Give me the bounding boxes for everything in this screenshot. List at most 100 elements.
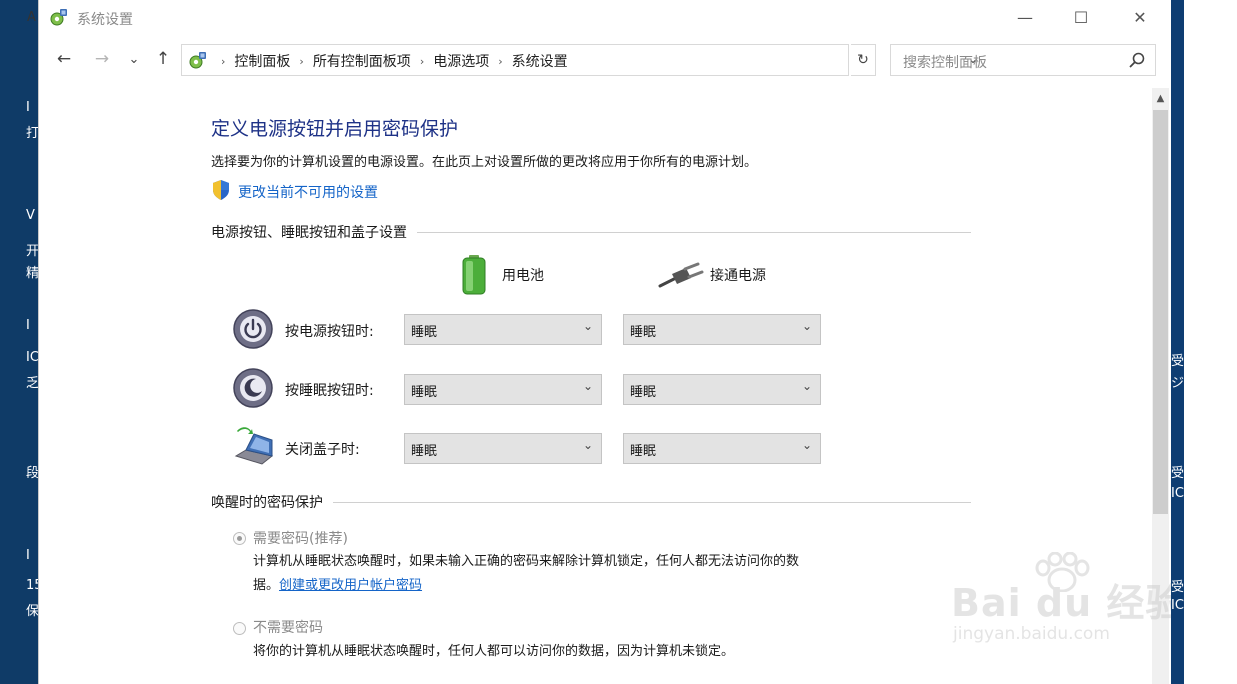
desktop-fragment: IC — [1171, 598, 1184, 613]
breadcrumb-all-items[interactable]: 所有控制面板项 — [313, 51, 411, 71]
breadcrumb-separator[interactable]: › — [299, 55, 303, 68]
close-button[interactable]: ✕ — [1117, 0, 1163, 34]
breadcrumb-control-panel[interactable]: 控制面板 — [234, 51, 290, 71]
uac-shield-icon — [213, 180, 229, 200]
scroll-up-button[interactable]: ▲ — [1152, 88, 1169, 108]
power-button-battery-select[interactable]: 睡眠 ⌄ — [404, 314, 602, 345]
desktop-fragment: 受 — [1171, 354, 1185, 369]
search-input[interactable]: 搜索控制面板 — [890, 44, 1156, 76]
lid-close-label: 关闭盖子时: — [285, 442, 360, 458]
power-button-label: 按电源按钮时: — [285, 324, 374, 340]
desktop-fragment: 打 — [26, 126, 38, 141]
lid-close-battery-select[interactable]: 睡眠 ⌄ — [404, 433, 602, 464]
refresh-button[interactable]: ↻ — [851, 44, 876, 76]
battery-column-label: 用电池 — [502, 268, 544, 284]
plugged-column-header: 接通电源 — [658, 260, 766, 290]
address-bar[interactable]: › 控制面板 › 所有控制面板项 › 电源选项 › 系统设置 ⌄ — [181, 44, 978, 76]
sleep-button-icon — [233, 368, 273, 408]
up-button[interactable]: ↑ — [152, 48, 174, 70]
lid-close-plugged-select[interactable]: 睡眠 ⌄ — [623, 433, 821, 464]
title-bar: 系统设置 — ☐ ✕ — [39, 0, 1171, 34]
search-placeholder: 搜索控制面板 — [903, 55, 987, 71]
page-description: 选择要为你的计算机设置的电源设置。在此页上对设置所做的更改将应用于你所有的电源计… — [211, 155, 758, 170]
section-divider — [417, 231, 971, 233]
chevron-down-icon: ⌄ — [801, 379, 812, 393]
battery-icon — [462, 255, 486, 295]
desktop-fragment: 段 — [26, 466, 38, 481]
no-password-description: 将你的计算机从睡眠状态唤醒时，任何人都可以访问你的数据，因为计算机未锁定。 — [253, 644, 735, 659]
power-button-plugged-select[interactable]: 睡眠 ⌄ — [623, 314, 821, 345]
create-change-password-link[interactable]: 创建或更改用户帐户密码 — [279, 578, 422, 593]
desktop-fragment: ジ — [1171, 376, 1185, 391]
desktop-fragment: 精 — [26, 266, 38, 281]
system-settings-window: 系统设置 — ☐ ✕ ← → ⌄ ↑ › 控制面板 › 所有控制面板项 › 电源… — [38, 0, 1171, 684]
laptop-lid-icon — [234, 427, 274, 465]
maximize-button[interactable]: ☐ — [1058, 0, 1104, 34]
desktop-fragment: 受 — [1171, 466, 1185, 481]
chevron-down-icon: ⌄ — [582, 438, 593, 452]
plugged-column-label: 接通电源 — [710, 268, 766, 284]
search-icon[interactable] — [1127, 50, 1147, 70]
watermark-url: jingyan.baidu.com — [953, 624, 1110, 644]
desktop-fragment: V — [26, 208, 35, 223]
desktop-fragment: IC — [1171, 486, 1184, 501]
breadcrumb-system-settings[interactable]: 系统设置 — [512, 51, 568, 71]
desktop-right-strip: 受 ジ 受 IC 受 IC — [1170, 0, 1237, 684]
chevron-down-icon: ⌄ — [801, 438, 812, 452]
select-value: 睡眠 — [411, 325, 438, 340]
desktop-fragment: 受 — [1171, 580, 1185, 595]
chevron-down-icon: ⌄ — [801, 319, 812, 333]
chevron-down-icon: ⌄ — [582, 379, 593, 393]
password-section-heading-text: 唤醒时的密码保护 — [211, 495, 323, 511]
watermark-brand: Bai du 经验 — [951, 581, 1171, 625]
breadcrumb-separator: › — [221, 54, 226, 68]
select-value: 睡眠 — [411, 444, 438, 459]
no-password-label[interactable]: 不需要密码 — [253, 617, 323, 637]
desktop-fragment: I — [26, 100, 30, 115]
breadcrumb-separator[interactable]: › — [420, 55, 424, 68]
control-panel-icon — [50, 9, 67, 26]
power-plug-icon — [658, 262, 704, 288]
require-password-radio[interactable] — [233, 532, 246, 545]
breadcrumb: › 控制面板 › 所有控制面板项 › 电源选项 › 系统设置 — [212, 51, 568, 71]
minimize-button[interactable]: — — [1002, 0, 1048, 34]
desktop-left-strip: A I 打 开 V 精 I IC 乏 段 I 15 保 — [0, 0, 38, 684]
sleep-button-plugged-select[interactable]: 睡眠 ⌄ — [623, 374, 821, 405]
navigation-bar: ← → ⌄ ↑ › 控制面板 › 所有控制面板项 › 电源选项 › 系统设置 ⌄ — [39, 42, 1171, 78]
power-section-heading-text: 电源按钮、睡眠按钮和盖子设置 — [211, 225, 407, 241]
chevron-down-icon: ⌄ — [582, 319, 593, 333]
select-value: 睡眠 — [411, 385, 438, 400]
require-password-description: 计算机从睡眠状态唤醒时，如果未输入正确的密码来解除计算机锁定，任何人都无法访问你… — [253, 550, 933, 598]
page-title: 定义电源按钮并启用密码保护 — [211, 118, 459, 140]
sleep-button-label: 按睡眠按钮时: — [285, 383, 374, 399]
forward-button[interactable]: → — [91, 48, 113, 70]
back-button[interactable]: ← — [53, 48, 75, 70]
desktop-fragment: A — [27, 10, 36, 25]
power-button-icon — [233, 309, 273, 349]
desktop-fragment: I — [26, 318, 30, 333]
sleep-button-battery-select[interactable]: 睡眠 ⌄ — [404, 374, 602, 405]
require-password-label[interactable]: 需要密码(推荐) — [253, 528, 348, 548]
select-value: 睡眠 — [630, 325, 657, 340]
breadcrumb-power-options[interactable]: 电源选项 — [433, 51, 489, 71]
change-unavailable-settings-link[interactable]: 更改当前不可用的设置 — [238, 182, 378, 202]
scroll-thumb[interactable] — [1153, 110, 1168, 514]
battery-column-header: 用电池 — [460, 254, 544, 296]
select-value: 睡眠 — [630, 444, 657, 459]
no-password-radio[interactable] — [233, 622, 246, 635]
desktop-fragment: IC — [26, 350, 38, 365]
desktop-fragment: I — [26, 548, 30, 563]
desktop-fragment: 开 — [26, 244, 38, 259]
baidu-watermark: Bai du 经验 jingyan.baidu.com — [951, 552, 1171, 662]
power-section-heading: 电源按钮、睡眠按钮和盖子设置 — [211, 222, 971, 242]
desktop-fragment: 乏 — [26, 376, 38, 391]
breadcrumb-separator[interactable]: › — [498, 55, 502, 68]
require-password-desc-line1: 计算机从睡眠状态唤醒时，如果未输入正确的密码来解除计算机锁定，任何人都无法访问你… — [253, 554, 800, 569]
recent-locations-button[interactable]: ⌄ — [123, 48, 145, 70]
select-value: 睡眠 — [630, 385, 657, 400]
desktop-fragment: 15 — [26, 578, 38, 593]
control-panel-icon — [189, 52, 206, 69]
require-password-desc-line2: 据。创建或更改用户帐户密码 — [253, 574, 933, 598]
desktop-right-bar: 受 ジ 受 IC 受 IC — [1170, 0, 1184, 684]
password-section-heading: 唤醒时的密码保护 — [211, 492, 971, 512]
